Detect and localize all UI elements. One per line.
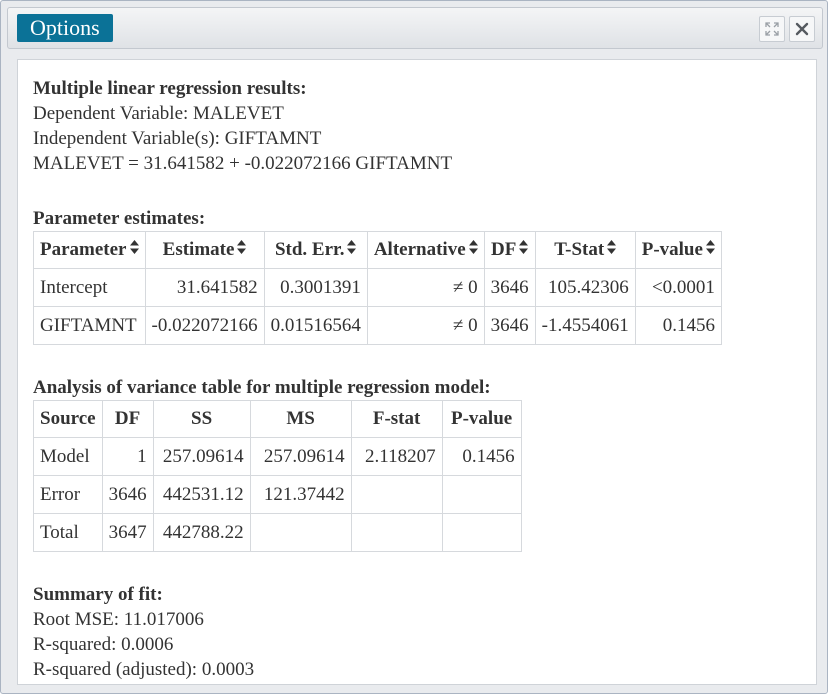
table-header-row: Parameter Estimate Std. Err. Alternative… xyxy=(33,231,722,269)
table-cell: 442531.12 xyxy=(152,475,251,514)
table-cell: 1 xyxy=(101,437,154,476)
table-cell xyxy=(249,513,352,552)
table-cell: <0.0001 xyxy=(634,268,722,307)
table-cell: 3647 xyxy=(101,513,154,552)
column-label: Std. Err. xyxy=(274,239,345,260)
table-cell xyxy=(350,513,443,552)
sort-icon[interactable] xyxy=(347,240,357,257)
table-cell: GIFTAMNT xyxy=(33,306,146,345)
column-header-p-value[interactable]: P-value xyxy=(634,231,722,269)
table-row: Model 1 257.09614 257.09614 2.118207 0.1… xyxy=(33,437,522,476)
summary-of-fit-heading: Summary of fit: xyxy=(33,584,163,605)
column-label: Estimate xyxy=(162,239,235,260)
column-label: T-Stat xyxy=(554,239,605,260)
column-label: DF xyxy=(490,239,517,260)
parameter-estimates-heading: Parameter estimates: xyxy=(33,208,206,229)
table-cell: -1.4554061 xyxy=(534,306,636,345)
table-row: GIFTAMNT -0.022072166 0.01516564 ≠ 0 364… xyxy=(33,306,722,345)
independent-variables: Independent Variable(s): GIFTAMNT xyxy=(33,128,322,149)
table-cell: 3646 xyxy=(101,475,154,514)
table-cell xyxy=(441,513,522,552)
r-squared-adjusted: R-squared (adjusted): 0.0003 xyxy=(33,659,255,680)
column-label: Alternative xyxy=(373,239,466,260)
sort-icon[interactable] xyxy=(468,240,478,257)
regression-equation: MALEVET = 31.641582 + -0.022072166 GIFTA… xyxy=(33,153,453,174)
sort-icon[interactable] xyxy=(519,240,529,257)
table-cell: 3646 xyxy=(483,306,536,345)
column-header-ms: MS xyxy=(249,400,352,438)
sort-icon[interactable] xyxy=(129,240,139,257)
table-cell: 442788.22 xyxy=(152,513,251,552)
table-cell: Total xyxy=(33,513,103,552)
table-cell: Intercept xyxy=(33,268,146,307)
column-header-df: DF xyxy=(101,400,154,438)
column-header-alternative[interactable]: Alternative xyxy=(366,231,485,269)
column-header-source: Source xyxy=(33,400,103,438)
column-header-f-stat: F-stat xyxy=(350,400,443,438)
table-cell: 0.1456 xyxy=(441,437,522,476)
results-content: Multiple linear regression results: Depe… xyxy=(33,76,803,682)
dependent-variable: Dependent Variable: MALEVET xyxy=(33,103,284,124)
table-cell xyxy=(441,475,522,514)
expand-icon[interactable] xyxy=(759,16,785,42)
column-header-df[interactable]: DF xyxy=(483,231,536,269)
sort-icon[interactable] xyxy=(705,240,715,257)
results-panel: Multiple linear regression results: Depe… xyxy=(17,59,817,685)
options-button[interactable]: Options xyxy=(17,14,113,42)
table-cell xyxy=(350,475,443,514)
table-header-row: Source DF SS MS F-stat P-value xyxy=(33,400,522,438)
table-row: Total 3647 442788.22 xyxy=(33,513,522,552)
table-cell: 257.09614 xyxy=(249,437,352,476)
column-header-p-value: P-value xyxy=(441,400,522,438)
table-row: Error 3646 442531.12 121.37442 xyxy=(33,475,522,514)
sort-icon[interactable] xyxy=(607,240,617,257)
regression-heading: Multiple linear regression results: xyxy=(33,78,307,99)
table-cell: 121.37442 xyxy=(249,475,352,514)
column-label: P-value xyxy=(641,239,703,260)
title-bar[interactable]: Options xyxy=(7,7,823,49)
column-header-std-err[interactable]: Std. Err. xyxy=(263,231,368,269)
table-cell: 105.42306 xyxy=(534,268,636,307)
root-mse: Root MSE: 11.017006 xyxy=(33,609,204,630)
anova-heading: Analysis of variance table for multiple … xyxy=(33,377,491,398)
r-squared: R-squared: 0.0006 xyxy=(33,634,174,655)
table-cell: Error xyxy=(33,475,103,514)
table-cell: 31.641582 xyxy=(144,268,265,307)
table-cell: ≠ 0 xyxy=(366,268,485,307)
table-cell: 0.1456 xyxy=(634,306,722,345)
table-cell: 2.118207 xyxy=(350,437,443,476)
table-row: Intercept 31.641582 0.3001391 ≠ 0 3646 1… xyxy=(33,268,722,307)
close-icon[interactable] xyxy=(789,16,815,42)
sort-icon[interactable] xyxy=(237,240,247,257)
column-header-ss: SS xyxy=(152,400,251,438)
table-cell: Model xyxy=(33,437,103,476)
column-header-parameter[interactable]: Parameter xyxy=(33,231,146,269)
table-cell: 0.01516564 xyxy=(263,306,368,345)
column-header-estimate[interactable]: Estimate xyxy=(144,231,265,269)
table-cell: 0.3001391 xyxy=(263,268,368,307)
table-cell: ≠ 0 xyxy=(366,306,485,345)
column-header-t-stat[interactable]: T-Stat xyxy=(534,231,636,269)
column-label: Parameter xyxy=(40,239,127,260)
parameter-estimates-table: Parameter Estimate Std. Err. Alternative… xyxy=(33,231,722,345)
anova-table: Source DF SS MS F-stat P-value Model 1 2… xyxy=(33,400,522,552)
table-cell: 3646 xyxy=(483,268,536,307)
options-window: Options Multiple linear regression resul… xyxy=(0,0,828,694)
table-cell: 257.09614 xyxy=(152,437,251,476)
table-cell: -0.022072166 xyxy=(144,306,265,345)
